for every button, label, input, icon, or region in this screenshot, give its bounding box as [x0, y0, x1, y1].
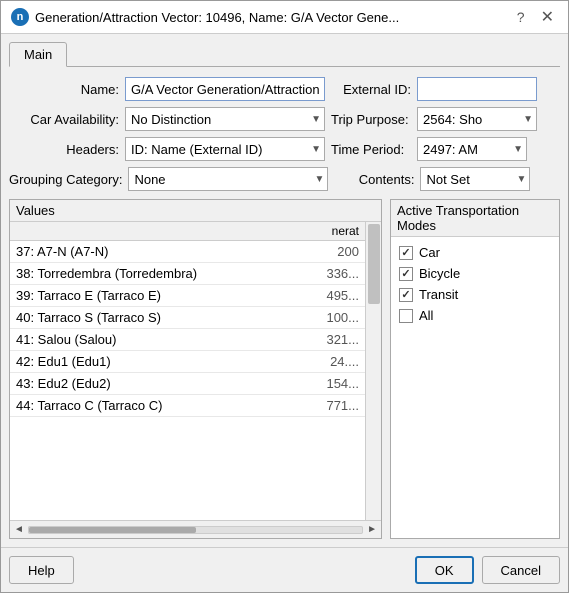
form-row-car: Car Availability: No Distinction With Ca…	[9, 107, 560, 131]
dialog-body: Main Name: External ID: Car Availability…	[1, 34, 568, 547]
dialog: n Generation/Attraction Vector: 10496, N…	[0, 0, 569, 593]
scroll-right-icon[interactable]: ►	[365, 524, 379, 535]
row-value: 24....	[310, 351, 365, 373]
transport-checkbox[interactable]	[399, 288, 413, 302]
transport-label: Bicycle	[419, 266, 460, 281]
table-row[interactable]: 43: Edu2 (Edu2)154...	[10, 373, 381, 395]
transport-label: Car	[419, 245, 440, 260]
table-row[interactable]: 42: Edu1 (Edu1)24....	[10, 351, 381, 373]
row-value: 336...	[310, 263, 365, 285]
ok-button[interactable]: OK	[415, 556, 474, 584]
values-panel: Values nerat 37: A7-N (A7-N)20038: Torre…	[9, 199, 382, 539]
form-row-headers: Headers: ID: Name (External ID) ID: Name…	[9, 137, 560, 161]
transport-label: All	[419, 308, 433, 323]
form-section: Name: External ID: Car Availability: No …	[9, 77, 560, 191]
row-name: 37: A7-N (A7-N)	[10, 241, 310, 263]
cancel-button[interactable]: Cancel	[482, 556, 560, 584]
transport-item[interactable]: Car	[399, 245, 551, 260]
row-value: 200	[310, 241, 365, 263]
car-avail-wrapper: No Distinction With Car Without Car ▼	[125, 107, 325, 131]
contents-select[interactable]: Not Set	[420, 167, 530, 191]
transport-item[interactable]: Transit	[399, 287, 551, 302]
transport-item[interactable]: All	[399, 308, 551, 323]
grouping-wrapper: None ▼	[128, 167, 328, 191]
row-value: 321...	[310, 329, 365, 351]
contents-label: Contents:	[334, 172, 414, 187]
tab-bar: Main	[9, 42, 560, 67]
table-row[interactable]: 40: Tarraco S (Tarraco S)100...	[10, 307, 381, 329]
table-row[interactable]: 38: Torredembra (Torredembra)336...	[10, 263, 381, 285]
transport-checkbox[interactable]	[399, 309, 413, 323]
grouping-label: Grouping Category:	[9, 172, 122, 187]
external-id-input[interactable]	[417, 77, 537, 101]
name-label: Name:	[9, 82, 119, 97]
row-name: 39: Tarraco E (Tarraco E)	[10, 285, 310, 307]
transport-label: Transit	[419, 287, 458, 302]
table-row[interactable]: 44: Tarraco C (Tarraco C)771...	[10, 395, 381, 417]
values-title: Values	[10, 200, 381, 222]
dialog-footer: Help OK Cancel	[1, 547, 568, 592]
row-name: 42: Edu1 (Edu1)	[10, 351, 310, 373]
transport-panel: Active Transportation Modes Car Bicycle …	[390, 199, 560, 539]
horizontal-scrollbar[interactable]: ◄ ►	[10, 520, 381, 538]
car-avail-label: Car Availability:	[9, 112, 119, 127]
footer-right: OK Cancel	[415, 556, 560, 584]
headers-select[interactable]: ID: Name (External ID) ID: Name Name	[125, 137, 325, 161]
row-name: 43: Edu2 (Edu2)	[10, 373, 310, 395]
external-id-label: External ID:	[331, 82, 411, 97]
row-name: 38: Torredembra (Torredembra)	[10, 263, 310, 285]
trip-purpose-label: Trip Purpose:	[331, 112, 411, 127]
row-value: 771...	[310, 395, 365, 417]
values-table-wrap[interactable]: nerat 37: A7-N (A7-N)20038: Torredembra …	[10, 222, 381, 520]
row-name: 44: Tarraco C (Tarraco C)	[10, 395, 310, 417]
scrollbar-thumb[interactable]	[368, 224, 380, 304]
help-icon[interactable]: ?	[511, 9, 531, 25]
row-value: 495...	[310, 285, 365, 307]
col-val-header: nerat	[310, 222, 365, 241]
car-avail-select[interactable]: No Distinction With Car Without Car	[125, 107, 325, 131]
main-content: Values nerat 37: A7-N (A7-N)20038: Torre…	[9, 199, 560, 539]
headers-label: Headers:	[9, 142, 119, 157]
form-row-grouping: Grouping Category: None ▼ Contents: Not …	[9, 167, 560, 191]
tab-main[interactable]: Main	[9, 42, 67, 67]
trip-purpose-wrapper: 2564: Sho ▼	[417, 107, 537, 131]
transport-items: Car Bicycle Transit All	[391, 237, 559, 331]
transport-title: Active Transportation Modes	[391, 200, 559, 237]
scroll-left-icon[interactable]: ◄	[12, 524, 26, 535]
transport-checkbox[interactable]	[399, 246, 413, 260]
trip-purpose-select[interactable]: 2564: Sho	[417, 107, 537, 131]
close-icon[interactable]: ✕	[537, 7, 558, 27]
headers-wrapper: ID: Name (External ID) ID: Name Name ▼	[125, 137, 325, 161]
table-row[interactable]: 41: Salou (Salou)321...	[10, 329, 381, 351]
dialog-title: Generation/Attraction Vector: 10496, Nam…	[35, 10, 505, 25]
vertical-scrollbar[interactable]	[365, 222, 381, 520]
table-row[interactable]: 37: A7-N (A7-N)200	[10, 241, 381, 263]
name-input[interactable]	[125, 77, 325, 101]
time-period-select[interactable]: 2497: AM	[417, 137, 527, 161]
row-name: 40: Tarraco S (Tarraco S)	[10, 307, 310, 329]
time-period-label: Time Period:	[331, 142, 411, 157]
app-icon: n	[11, 8, 29, 26]
title-bar: n Generation/Attraction Vector: 10496, N…	[1, 1, 568, 34]
table-row[interactable]: 39: Tarraco E (Tarraco E)495...	[10, 285, 381, 307]
row-name: 41: Salou (Salou)	[10, 329, 310, 351]
form-row-name: Name: External ID:	[9, 77, 560, 101]
grouping-select[interactable]: None	[128, 167, 328, 191]
col-name-header	[10, 222, 310, 241]
time-period-wrapper: 2497: AM ▼	[417, 137, 527, 161]
row-value: 100...	[310, 307, 365, 329]
scroll-track-thumb	[29, 527, 196, 533]
contents-wrapper: Not Set ▼	[420, 167, 530, 191]
transport-item[interactable]: Bicycle	[399, 266, 551, 281]
row-value: 154...	[310, 373, 365, 395]
values-table: nerat 37: A7-N (A7-N)20038: Torredembra …	[10, 222, 381, 417]
help-button[interactable]: Help	[9, 556, 74, 584]
scroll-track[interactable]	[28, 526, 363, 534]
transport-checkbox[interactable]	[399, 267, 413, 281]
